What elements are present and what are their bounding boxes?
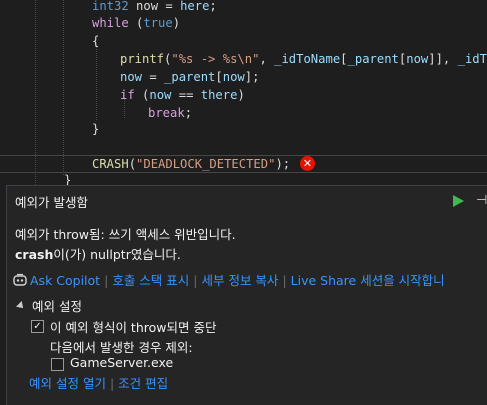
code-token: ): [172, 16, 181, 30]
code-token: break: [148, 106, 185, 120]
code-token: now: [222, 70, 245, 84]
code-token: ];: [244, 70, 260, 84]
code-token: (: [128, 16, 144, 30]
code-line: CRASH("DEADLOCK_DETECTED");: [92, 155, 290, 173]
code-token: now: [406, 52, 429, 66]
code-token: }: [64, 173, 72, 185]
code-line: break;: [148, 104, 192, 122]
settings-links: 예외 설정 열기 | 조건 편집: [29, 373, 168, 392]
pin-icon[interactable]: ⊣: [476, 192, 487, 210]
separator: |: [109, 376, 115, 391]
continue-icon[interactable]: [453, 195, 464, 207]
separator: |: [282, 273, 287, 288]
break-on-throw-label: 이 예외 형식이 throw되면 중단: [50, 320, 217, 335]
exception-detail: crash이(가) nullptr였습니다.: [15, 244, 181, 263]
code-token: );: [275, 157, 291, 171]
code-token: "%s -> %s\n": [171, 52, 260, 66]
code-token: int32: [92, 0, 129, 13]
live-share-link[interactable]: Live Share 세션을 시작합니: [291, 273, 445, 288]
code-token: _parent: [164, 70, 216, 84]
code-token: "DEADLOCK_DETECTED": [136, 157, 276, 171]
open-exception-settings-link[interactable]: 예외 설정 열기: [29, 376, 106, 391]
code-token: now: [149, 88, 172, 102]
code-token: printf: [120, 52, 165, 66]
code-token: ,: [259, 52, 275, 66]
code-token: now: [120, 70, 143, 84]
code-token: =: [142, 70, 165, 84]
code-token: {: [92, 34, 100, 48]
copilot-icon[interactable]: [13, 273, 27, 287]
code-token: CRASH: [92, 157, 129, 171]
code-token: ==: [171, 88, 201, 102]
edit-conditions-link[interactable]: 조건 편집: [118, 376, 168, 391]
code-token: if: [120, 88, 135, 102]
action-links: Ask Copilot | 호출 스택 표시 | 세부 정보 복사 | Live Share…: [13, 272, 445, 290]
code-token: here: [180, 0, 210, 13]
variable-name: crash: [15, 247, 54, 262]
exception-detail-text: 이(가) nullptr였습니다.: [53, 247, 181, 262]
code-token: while: [92, 16, 129, 30]
code-line: while (true): [92, 14, 180, 32]
code-token: true: [143, 16, 173, 30]
module-name-label: GameServer.exe: [70, 355, 174, 370]
code-token: [: [215, 70, 223, 84]
code-line: now = _parent[now];: [120, 68, 259, 86]
code-token: [: [340, 52, 348, 66]
popup-title: 예외가 발생함: [15, 195, 88, 210]
code-line: if (now == there): [120, 86, 245, 104]
collapse-triangle-icon[interactable]: [16, 301, 26, 311]
code-line: }: [64, 171, 71, 185]
code-token: ]],: [428, 52, 458, 66]
code-token: there: [200, 88, 238, 102]
code-token: }: [92, 122, 100, 136]
error-icon[interactable]: ✕: [300, 156, 315, 171]
code-line: {: [92, 32, 99, 50]
module-exclusion-checkbox[interactable]: [51, 358, 64, 371]
code-token: ): [237, 88, 245, 102]
code-token: (: [134, 88, 150, 102]
code-token: now =: [128, 0, 181, 13]
break-on-throw-checkbox[interactable]: ✓: [31, 320, 44, 333]
exception-settings-label: 예외 설정: [32, 299, 82, 314]
indent-guide: [96, 45, 97, 120]
indent-guide: [63, 0, 64, 175]
exception-helper-popup: 예외가 발생함 ⊣ 예외가 throw됨: 쓰기 액세스 위반입니다. cras…: [6, 185, 487, 405]
code-editor[interactable]: int32 now = here; while (true){printf("%s…: [0, 0, 487, 185]
copy-details-link[interactable]: 세부 정보 복사: [201, 273, 278, 288]
code-line: printf("%s -> %s\n", _idToName[_parent[n…: [120, 50, 487, 68]
show-call-stack-link[interactable]: 호출 스택 표시: [112, 273, 189, 288]
code-line: int32 now = here;: [92, 0, 217, 15]
exception-settings-header[interactable]: 예외 설정: [16, 296, 82, 315]
code-token: _idToName: [274, 52, 341, 66]
separator: |: [104, 273, 109, 288]
exception-message: 예외가 throw됨: 쓰기 액세스 위반입니다.: [15, 227, 236, 242]
separator: |: [193, 273, 198, 288]
code-token: (: [128, 157, 137, 171]
code-token: ;: [209, 0, 217, 13]
except-when-label: 다음에서 발생한 경우 제외:: [50, 340, 193, 355]
code-line: }: [92, 120, 99, 138]
code-token: ;: [184, 106, 193, 120]
code-token: _idToN: [457, 52, 487, 66]
ask-copilot-link[interactable]: Ask Copilot: [30, 273, 100, 288]
code-token: _parent: [347, 52, 399, 66]
